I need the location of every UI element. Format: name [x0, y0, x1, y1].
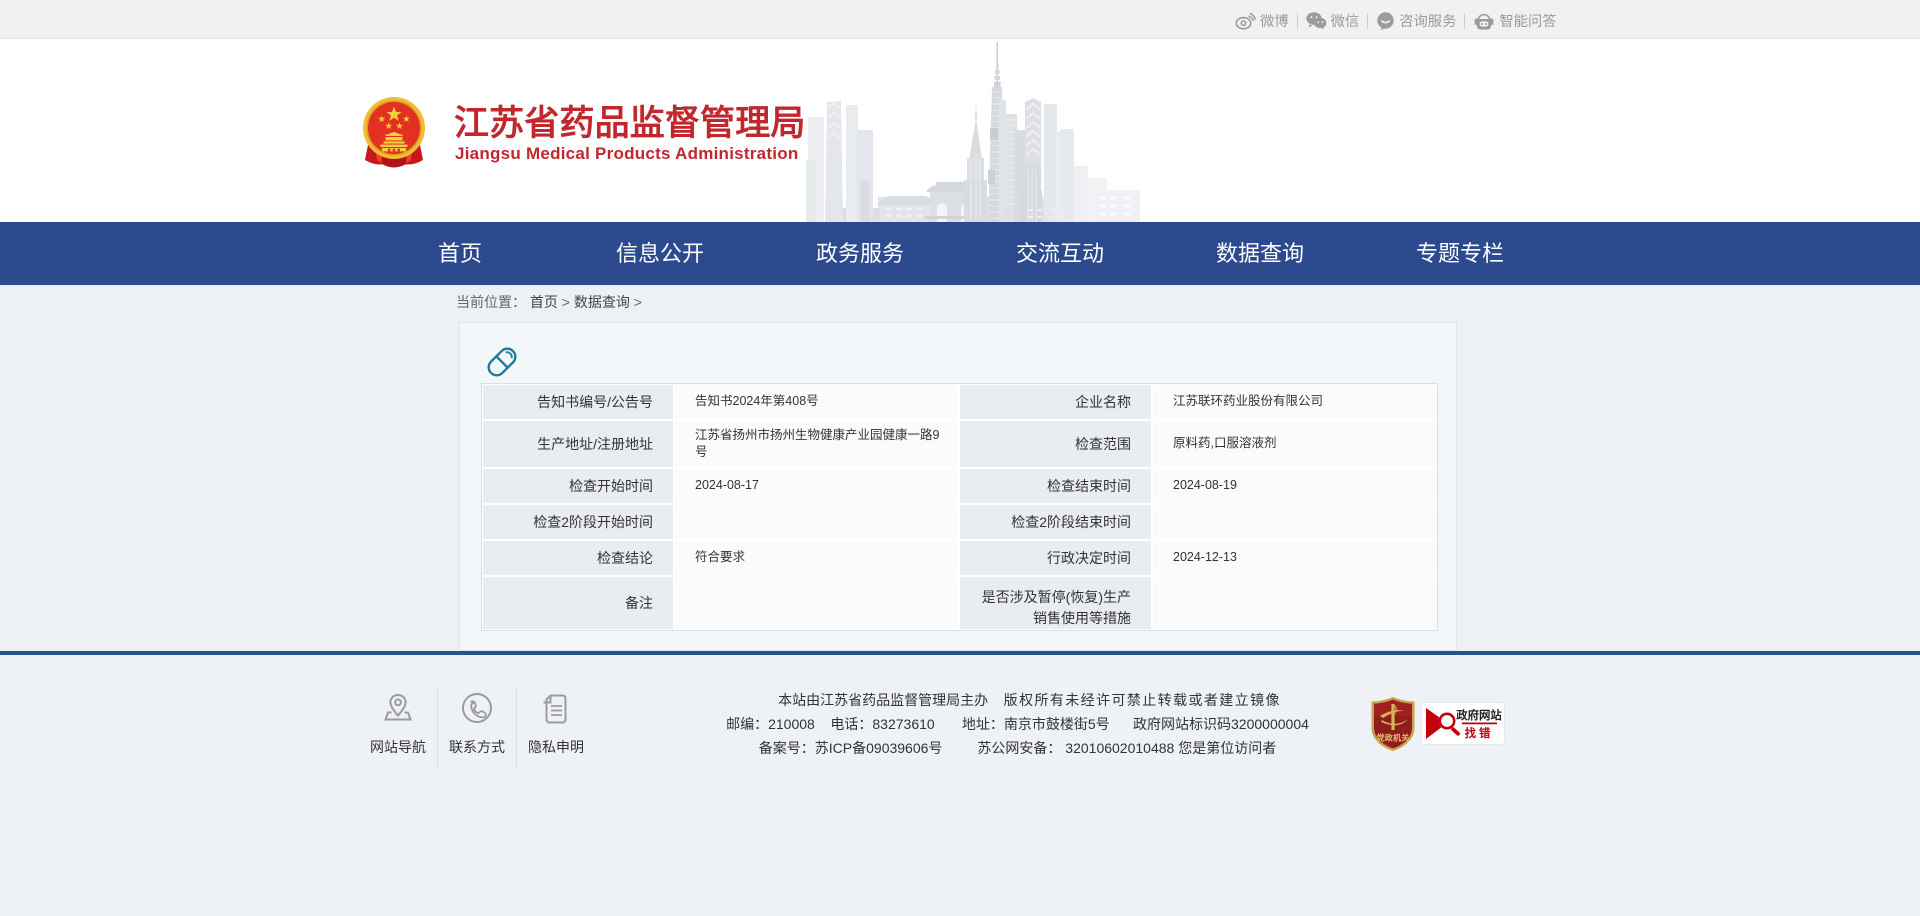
svg-text:政府网站: 政府网站	[1456, 708, 1502, 722]
svg-text:党政机关: 党政机关	[1377, 733, 1410, 743]
svg-text:找错: 找错	[1465, 726, 1494, 740]
